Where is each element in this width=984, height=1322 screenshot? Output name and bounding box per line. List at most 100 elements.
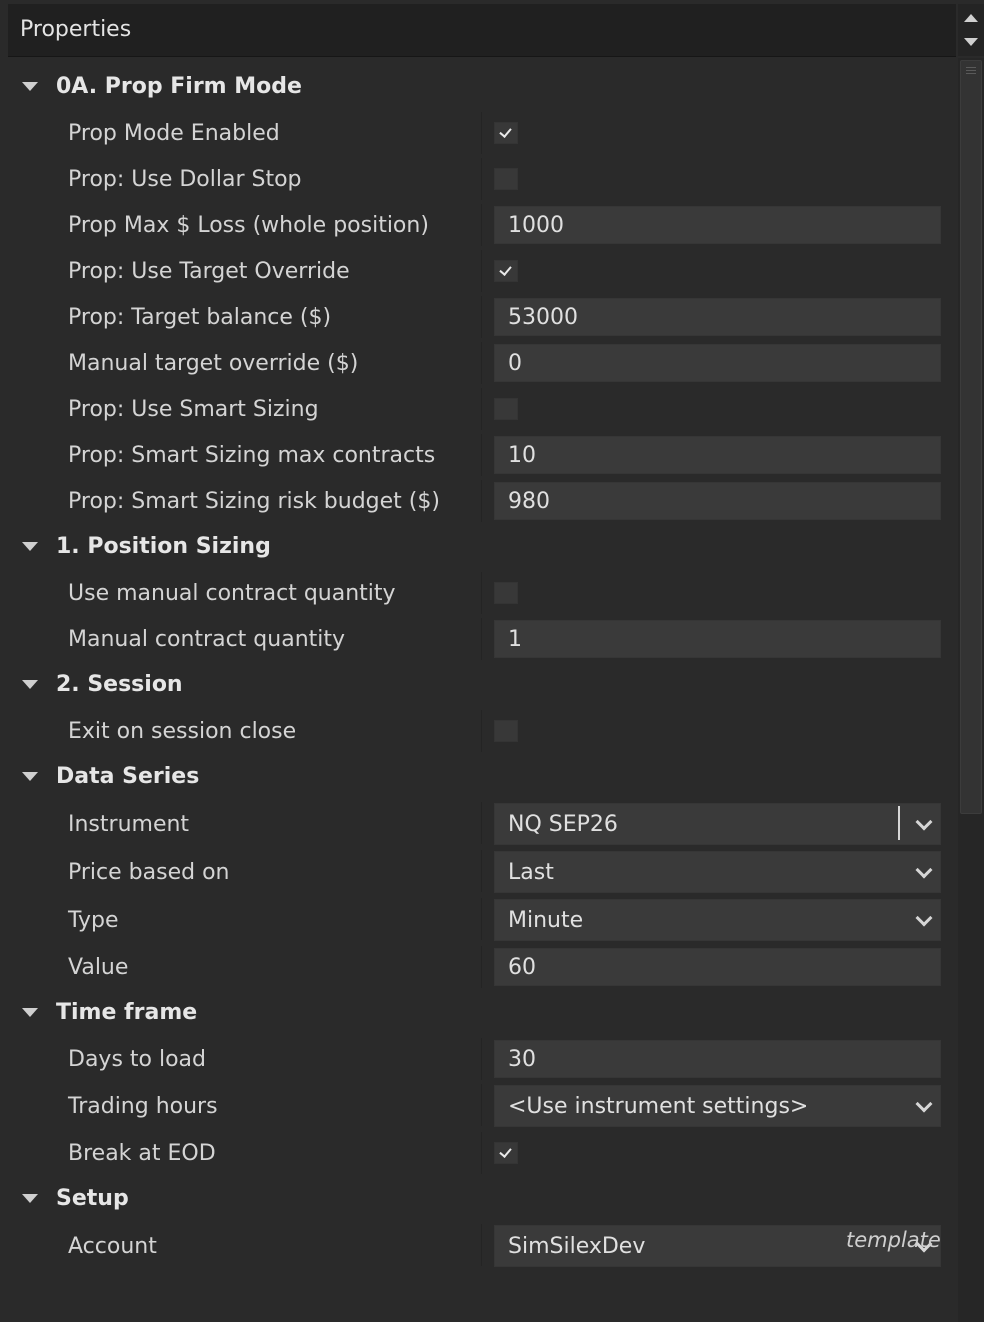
scrollbar-grip — [966, 73, 976, 74]
property-label: Manual target override ($) — [68, 351, 359, 376]
template-link[interactable]: template — [846, 1228, 941, 1252]
checkbox-prop-use-dollar-stop[interactable] — [494, 168, 518, 190]
property-row-prop-use-smart-sizing: Prop: Use Smart Sizing — [8, 386, 956, 432]
input-prop-target-balance[interactable]: 53000 — [494, 298, 941, 336]
property-label: Prop: Use Dollar Stop — [68, 167, 302, 192]
checkbox-prop-mode-enabled[interactable] — [494, 122, 518, 144]
property-value: <Use instrument settings> — [508, 1094, 809, 1119]
chevron-down-icon[interactable] — [915, 1095, 933, 1113]
checkbox-exit-on-session-close[interactable] — [494, 720, 518, 742]
property-label: Price based on — [68, 860, 230, 885]
input-manual-contract-quantity[interactable]: 1 — [494, 620, 941, 658]
property-value: 980 — [508, 489, 550, 514]
properties-header: Properties — [8, 4, 956, 57]
property-row-exit-on-session-close: Exit on session close — [8, 708, 956, 754]
scrollbar-thumb[interactable] — [960, 60, 982, 814]
input-prop-smart-sizing-risk-budget[interactable]: 980 — [494, 482, 941, 520]
scroll-up-arrow-icon[interactable] — [964, 14, 978, 22]
property-row-prop-max-loss-whole-position: Prop Max $ Loss (whole position) 1000 — [8, 202, 956, 248]
input-value[interactable]: 60 — [494, 948, 941, 986]
category-label: 0A. Prop Firm Mode — [56, 74, 302, 99]
property-label: Prop: Use Target Override — [68, 259, 350, 284]
triangle-down-icon[interactable] — [22, 1194, 38, 1203]
input-days-to-load[interactable]: 30 — [494, 1040, 941, 1078]
property-row-use-manual-contract-quantity: Use manual contract quantity — [8, 570, 956, 616]
triangle-down-icon[interactable] — [22, 542, 38, 551]
properties-panel: Properties 0A. Prop Firm Mode Prop Mode E… — [0, 0, 984, 1322]
property-row-account: Account SimSilexDev — [8, 1222, 956, 1270]
property-label: Manual contract quantity — [68, 627, 346, 652]
chevron-down-icon[interactable] — [915, 813, 933, 831]
triangle-down-icon[interactable] — [22, 680, 38, 689]
dropdown-instrument[interactable]: NQ SEP26 — [494, 803, 941, 845]
column-separator — [481, 158, 482, 200]
property-label: Type — [68, 908, 119, 933]
checkbox-prop-use-smart-sizing[interactable] — [494, 398, 518, 420]
check-icon — [499, 125, 512, 138]
triangle-down-icon[interactable] — [22, 1008, 38, 1017]
column-separator — [481, 572, 482, 614]
property-label: Break at EOD — [68, 1141, 216, 1166]
column-separator — [481, 802, 482, 844]
dropdown-trading-hours[interactable]: <Use instrument settings> — [494, 1085, 941, 1127]
property-value: 1000 — [508, 213, 564, 238]
column-separator — [481, 1084, 482, 1126]
category-data-series[interactable]: Data Series — [8, 754, 956, 798]
header-scroll-buttons — [958, 4, 984, 56]
property-row-prop-mode-enabled: Prop Mode Enabled — [8, 110, 956, 156]
category-label: 1. Position Sizing — [56, 534, 271, 559]
category-0a-prop-firm-mode[interactable]: 0A. Prop Firm Mode — [8, 64, 956, 108]
property-label: Account — [68, 1234, 157, 1259]
column-separator — [481, 434, 482, 476]
input-manual-target-override[interactable]: 0 — [494, 344, 941, 382]
property-value: Last — [508, 860, 554, 885]
triangle-down-icon[interactable] — [22, 772, 38, 781]
column-separator — [481, 1132, 482, 1174]
category-label: 2. Session — [56, 672, 183, 697]
checkbox-prop-use-target-override[interactable] — [494, 260, 518, 282]
property-label: Trading hours — [68, 1094, 218, 1119]
category-2-session[interactable]: 2. Session — [8, 662, 956, 706]
property-row-days-to-load: Days to load 30 — [8, 1036, 956, 1082]
property-value: NQ SEP26 — [508, 812, 618, 837]
property-row-prop-target-balance: Prop: Target balance ($) 53000 — [8, 294, 956, 340]
property-value: Minute — [508, 908, 584, 933]
dropdown-price-based-on[interactable]: Last — [494, 851, 941, 893]
input-prop-smart-sizing-max-contracts[interactable]: 10 — [494, 436, 941, 474]
triangle-down-icon[interactable] — [22, 82, 38, 91]
property-row-prop-smart-sizing-risk-budget: Prop: Smart Sizing risk budget ($) 980 — [8, 478, 956, 524]
category-time-frame[interactable]: Time frame — [8, 990, 956, 1034]
property-value: 1 — [508, 627, 522, 652]
property-label: Use manual contract quantity — [68, 581, 396, 606]
property-value: SimSilexDev — [508, 1234, 646, 1259]
property-label: Exit on session close — [68, 719, 297, 744]
property-row-value: Value 60 — [8, 944, 956, 990]
property-value: 0 — [508, 351, 522, 376]
checkbox-break-at-eod[interactable] — [494, 1142, 518, 1164]
scroll-down-arrow-icon[interactable] — [964, 38, 978, 46]
checkbox-use-manual-contract-quantity[interactable] — [494, 582, 518, 604]
scrollbar-grip — [966, 67, 976, 68]
property-label: Prop: Smart Sizing risk budget ($) — [68, 489, 440, 514]
property-label: Value — [68, 955, 129, 980]
input-prop-max-loss-whole-position[interactable]: 1000 — [494, 206, 941, 244]
property-grid: 0A. Prop Firm Mode Prop Mode Enabled Prop:… — [8, 58, 956, 1322]
property-label: Prop: Use Smart Sizing — [68, 397, 319, 422]
category-setup[interactable]: Setup — [8, 1176, 956, 1220]
column-separator — [481, 618, 482, 660]
dropdown-type[interactable]: Minute — [494, 899, 941, 941]
property-row-break-at-eod: Break at EOD — [8, 1130, 956, 1176]
property-value: 60 — [508, 955, 536, 980]
property-value: 10 — [508, 443, 536, 468]
category-1-position-sizing[interactable]: 1. Position Sizing — [8, 524, 956, 568]
chevron-down-icon[interactable] — [915, 909, 933, 927]
vertical-scrollbar[interactable] — [958, 58, 984, 1322]
check-icon — [499, 263, 512, 276]
category-label: Data Series — [56, 764, 200, 789]
chevron-down-icon[interactable] — [915, 861, 933, 879]
property-label: Prop Mode Enabled — [68, 121, 280, 146]
property-row-instrument: Instrument NQ SEP26 — [8, 800, 956, 848]
column-separator — [481, 112, 482, 154]
column-separator — [481, 388, 482, 430]
panel-title: Properties — [20, 17, 132, 42]
